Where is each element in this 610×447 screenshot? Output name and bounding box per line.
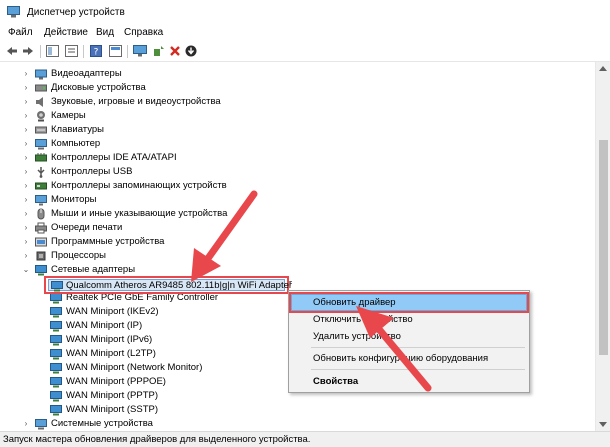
status-text: Запуск мастера обновления драйверов для … [3,434,311,445]
mouse-icon [37,208,45,220]
ide-controller-icon [35,153,47,162]
disk-drive-icon [35,84,47,92]
tree-category[interactable]: › Мониторы [0,193,595,207]
disable-device-menu-item[interactable]: Отключить устройство [313,314,413,325]
expand-icon[interactable]: › [22,419,30,429]
printer-icon [35,222,47,234]
properties-icon[interactable] [64,44,78,58]
menu-bar: Файл Действие Вид Справка [0,26,610,41]
expand-icon[interactable]: › [22,125,30,135]
expand-icon[interactable]: › [22,83,30,93]
action-icon[interactable] [108,44,122,58]
network-adapter-icon [50,405,62,416]
processor-icon [36,251,46,261]
expand-icon[interactable]: › [22,139,30,149]
tree-category[interactable]: › Компьютер [0,137,595,151]
expand-icon[interactable]: › [22,153,30,163]
selected-device-label: Qualcomm Atheros AR9485 802.11b|g|n WiFi… [66,280,293,291]
network-adapter-icon [51,281,63,292]
network-adapter-icon [50,391,62,402]
scan-hardware-icon[interactable] [133,44,147,58]
camera-icon [37,111,45,122]
tree-item-network-adapter[interactable]: WAN Miniport (SSTP) [0,403,595,417]
network-adapter-icon [50,349,62,360]
menu-view[interactable]: Вид [96,27,114,38]
tree-category[interactable]: › Процессоры [0,249,595,263]
selected-device-highlight[interactable]: Qualcomm Atheros AR9485 802.11b|g|n WiFi… [44,276,293,294]
context-menu: Обновить драйвер Отключить устройство Уд… [288,290,530,393]
tree-category[interactable]: › Контроллеры USB [0,165,595,179]
tree-category[interactable]: › Звуковые, игровые и видеоустройства [0,95,595,109]
device-manager-icon [7,6,20,18]
sound-icon [36,97,43,107]
storage-controller-icon [35,182,47,190]
show-hide-tree-icon[interactable] [45,44,59,58]
scroll-up-icon[interactable] [599,66,607,71]
update-driver-menu-item[interactable]: Обновить драйвер [313,297,396,308]
tree-category[interactable]: › Дисковые устройства [0,81,595,95]
tree-category[interactable]: › Программные устройства [0,235,595,249]
window-title: Диспетчер устройств [27,7,125,18]
scroll-down-icon[interactable] [599,422,607,427]
expand-icon[interactable]: › [22,223,30,233]
usb-icon [37,167,45,178]
uninstall-icon[interactable] [168,44,182,58]
expand-icon[interactable]: › [22,97,30,107]
expand-icon[interactable]: › [22,167,30,177]
menu-help[interactable]: Справка [124,27,163,38]
network-adapter-icon [50,363,62,374]
expand-icon[interactable]: › [22,251,30,261]
collapse-icon[interactable]: ⌄ [22,265,30,275]
expand-icon[interactable]: › [22,209,30,219]
network-adapter-icon [50,321,62,332]
expand-icon[interactable]: › [22,237,30,247]
toolbar: ? [0,41,610,62]
svg-text:?: ? [94,48,99,58]
keyboard-icon [35,126,47,134]
scroll-thumb[interactable] [599,140,608,355]
help-icon[interactable]: ? [89,44,103,58]
network-adapter-icon [50,335,62,346]
expand-icon[interactable]: › [22,111,30,121]
tree-category[interactable]: › Контроллеры запоминающих устройств [0,179,595,193]
title-bar: Диспетчер устройств [0,0,610,26]
back-icon[interactable] [5,44,19,58]
tree-category[interactable]: › Камеры [0,109,595,123]
tree-category[interactable]: › Системные устройства [0,417,595,431]
network-adapter-icon [50,377,62,388]
tree-category[interactable]: › Очереди печати [0,221,595,235]
uninstall-device-menu-item[interactable]: Удалить устройство [313,331,401,342]
computer-icon [35,139,47,150]
add-driver-icon[interactable] [152,44,166,58]
tree-category-network[interactable]: ⌄ Сетевые адаптеры [0,263,595,277]
menu-file[interactable]: Файл [8,27,33,38]
expand-icon[interactable]: › [22,181,30,191]
display-adapter-icon [35,69,47,80]
status-bar: Запуск мастера обновления драйверов для … [0,431,610,447]
tree-category[interactable]: › Видеоадаптеры [0,67,595,81]
network-adapter-icon [50,307,62,318]
vertical-scrollbar[interactable] [595,62,610,431]
scan-hardware-menu-item[interactable]: Обновить конфигурацию оборудования [313,353,488,364]
software-device-icon [35,237,47,247]
properties-menu-item[interactable]: Свойства [313,376,358,387]
tree-category[interactable]: › Клавиатуры [0,123,595,137]
expand-icon[interactable]: › [22,69,30,79]
system-device-icon [35,419,47,430]
tree-category[interactable]: › Мыши и иные указывающие устройства [0,207,595,221]
menu-action[interactable]: Действие [44,27,88,38]
update-driver-icon[interactable] [184,44,198,58]
expand-icon[interactable]: › [22,195,30,205]
network-adapter-icon [35,265,47,276]
forward-icon[interactable] [21,44,35,58]
tree-category[interactable]: › Контроллеры IDE ATA/ATAPI [0,151,595,165]
monitor-icon [35,195,47,206]
